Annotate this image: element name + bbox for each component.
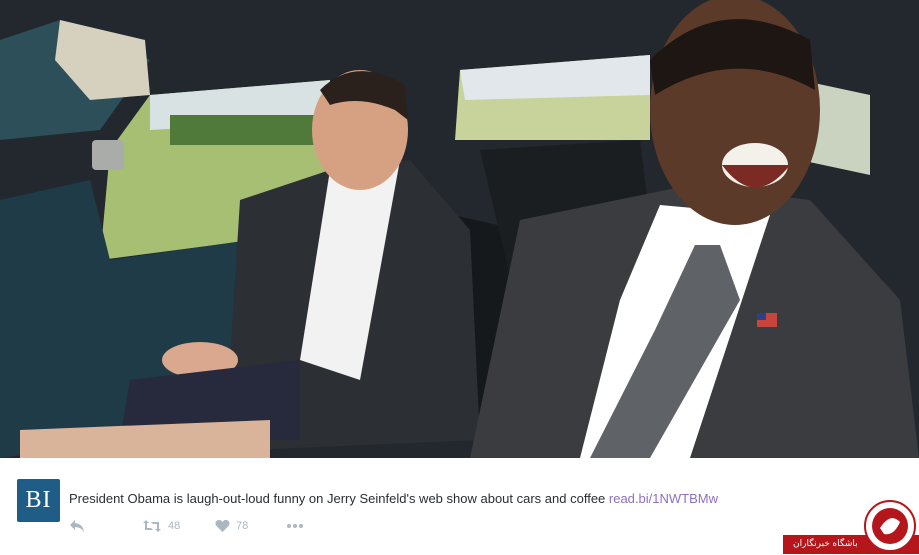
like-button[interactable]: 78 xyxy=(215,517,248,535)
tweet-body: President Obama is laugh-out-loud funny … xyxy=(69,491,609,506)
like-count: 78 xyxy=(236,520,249,532)
reply-icon xyxy=(69,519,85,533)
retweet-button[interactable]: 48 xyxy=(142,517,180,535)
more-icon xyxy=(286,523,304,529)
car-interior-image xyxy=(0,0,919,458)
watermark-text: باشگاه خبرنگاران xyxy=(793,538,858,548)
tweet-actions: 48 78 xyxy=(69,517,369,535)
avatar[interactable]: BI xyxy=(17,479,60,522)
heart-icon xyxy=(215,519,230,533)
retweet-count: 48 xyxy=(168,520,181,532)
more-button[interactable] xyxy=(286,517,304,535)
tweet-photo[interactable] xyxy=(0,0,919,458)
tweet-link[interactable]: read.bi/1NWTBMw xyxy=(609,491,718,506)
tweet-text: President Obama is laugh-out-loud funny … xyxy=(69,491,769,506)
retweet-icon xyxy=(142,519,162,533)
reply-button[interactable] xyxy=(69,517,85,535)
watermark-logo-icon xyxy=(864,500,916,552)
tweet-card xyxy=(0,458,919,554)
